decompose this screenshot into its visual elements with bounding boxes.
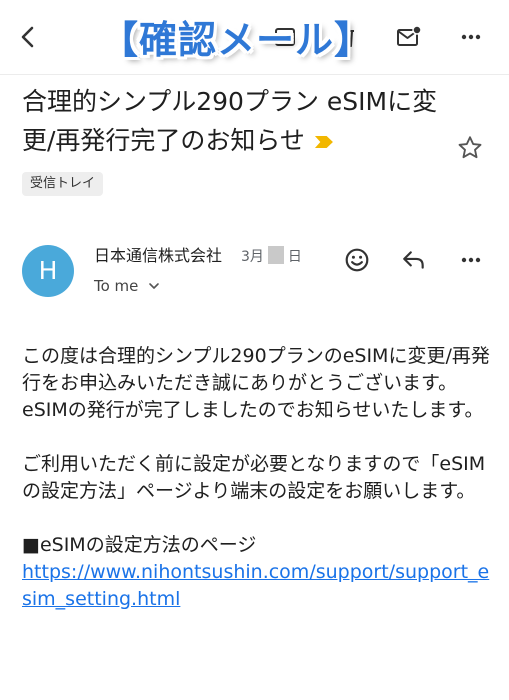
chevron-down-icon — [149, 283, 160, 289]
star-icon — [458, 136, 482, 159]
subject-text: 合理的シンプル290プラン eSIMに変更/再発行完了のお知らせ — [22, 87, 438, 155]
recipient-label: To me — [94, 277, 139, 295]
more-horiz-icon — [461, 257, 481, 263]
top-app-bar: 【確認メール】 — [0, 0, 509, 74]
star-button[interactable] — [450, 128, 490, 168]
mark-unread-button[interactable] — [389, 17, 429, 57]
reply-icon — [403, 251, 424, 269]
label-chip-inbox[interactable]: 受信トレイ — [22, 172, 104, 196]
smiley-icon — [345, 248, 369, 272]
sent-date-month: 3月 — [241, 249, 264, 265]
sent-date: 3月 日 — [241, 246, 302, 267]
overlay-banner: 【確認メール】 — [100, 18, 374, 62]
body-paragraph: この度は合理的シンプル290プランのeSIMに変更/再発行をお申込みいただき誠に… — [22, 345, 490, 394]
arrow-back-icon — [21, 26, 34, 48]
body-paragraph: ご利用いただく前に設定が必要となりますので「eSIMの設定方法」ページより端末の… — [22, 453, 486, 502]
divider — [0, 74, 509, 75]
sender-name: 日本通信株式会社 — [94, 246, 223, 265]
date-redaction — [267, 246, 284, 264]
more-options-button[interactable] — [451, 17, 491, 57]
email-body: この度は合理的シンプル290プランのeSIMに変更/再発行をお申込みいただき誠に… — [22, 343, 492, 613]
react-emoji-button[interactable] — [337, 240, 377, 280]
body-paragraph: ■eSIMの設定方法のページ — [22, 534, 257, 556]
avatar[interactable]: H — [22, 245, 74, 297]
mark-unread-icon — [397, 25, 422, 46]
body-paragraph: eSIMの発行が完了しましたのでお知らせいたします。 — [22, 399, 484, 421]
important-marker-icon[interactable] — [314, 136, 333, 148]
reply-button[interactable] — [394, 240, 434, 280]
email-subject: 合理的シンプル290プラン eSIMに変更/再発行完了のお知らせ — [22, 82, 442, 160]
back-button[interactable] — [8, 17, 48, 57]
more-vert-icon — [461, 34, 481, 40]
recipient-details-toggle[interactable]: To me — [94, 276, 160, 296]
esim-setup-link[interactable]: https://www.nihontsushin.com/support/sup… — [22, 561, 489, 610]
message-more-button[interactable] — [451, 240, 491, 280]
sent-date-day: 日 — [287, 249, 302, 265]
